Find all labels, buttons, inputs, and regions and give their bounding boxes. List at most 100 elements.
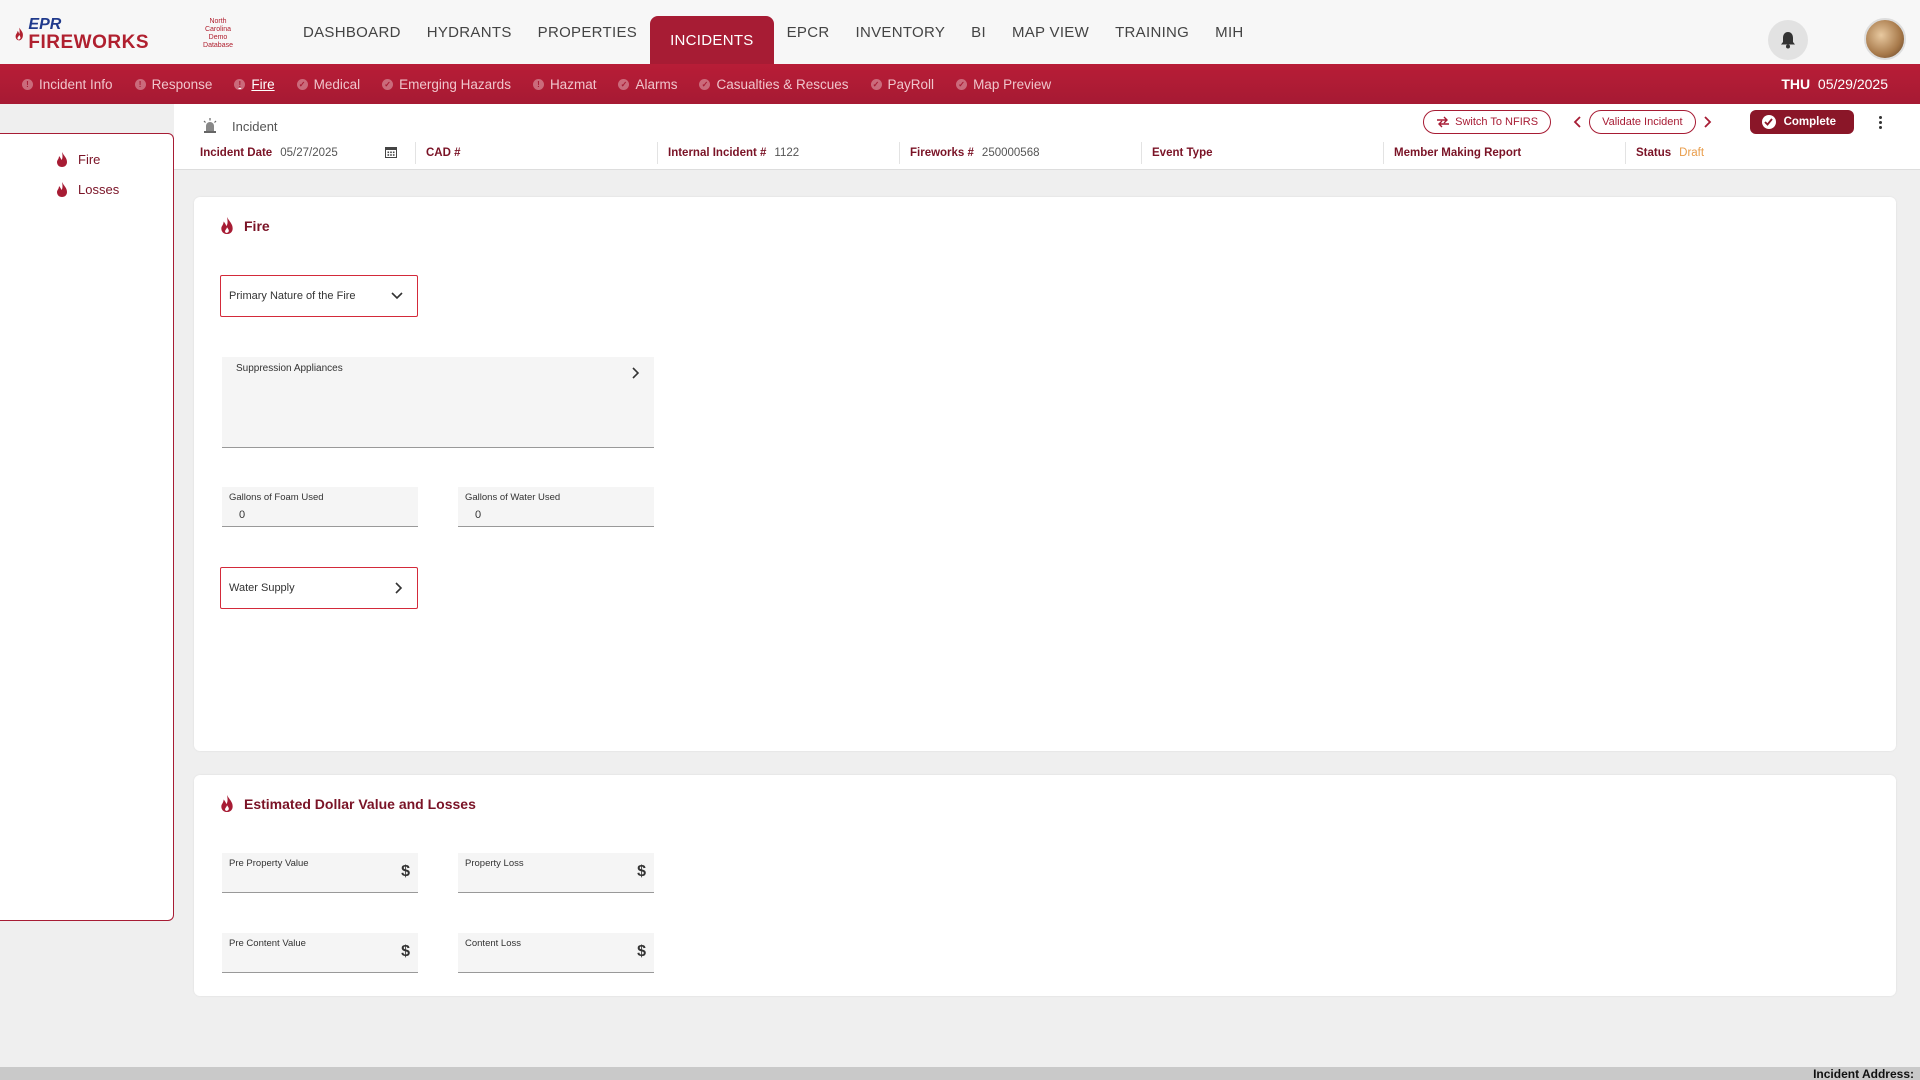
event-type-field[interactable]: Event Type [1142,142,1384,164]
cad-field[interactable]: CAD # [416,142,658,164]
primary-nature-dropdown[interactable]: Primary Nature of the Fire [220,275,418,317]
suppression-appliances-label: Suppression Appliances [236,363,343,374]
fire-card-title: Fire [220,217,270,234]
nav-properties[interactable]: PROPERTIES [525,0,650,64]
field-label: Status [1636,147,1672,159]
warning-icon: ! [134,78,146,90]
main-nav: DASHBOARD HYDRANTS PROPERTIES INCIDENTS … [290,0,1257,64]
check-icon: ✓ [618,78,630,90]
pre-content-value-input[interactable]: Pre Content Value $ [222,933,418,973]
nav-inventory[interactable]: INVENTORY [842,0,958,64]
previous-arrow-button[interactable] [1569,110,1585,134]
brand-logo[interactable]: EPR FIREWORKS [14,14,149,54]
subnav-fire[interactable]: ! Fire [234,77,275,92]
status-badge: Draft [1679,147,1705,159]
field-label: Fireworks # [910,147,974,159]
brand-line2: FIREWORKS [28,31,149,53]
water-supply-selector[interactable]: Water Supply [220,567,418,609]
nav-map-view[interactable]: MAP VIEW [999,0,1102,64]
switch-nfirs-label: Switch To NFIRS [1455,116,1539,128]
chevron-left-icon [1573,116,1581,128]
subnav-label: Incident Info [39,76,113,92]
nav-epcr[interactable]: EPCR [774,0,843,64]
nav-bi[interactable]: BI [958,0,999,64]
flame-icon [57,182,67,197]
gallons-water-input[interactable]: Gallons of Water Used 0 [458,487,654,527]
breadcrumb: Incident [202,118,278,134]
bell-icon [1781,32,1795,49]
left-nav-fire[interactable]: Fire [56,152,100,167]
losses-card: Estimated Dollar Value and Losses Pre Pr… [194,775,1896,996]
suppression-appliances-selector[interactable]: Suppression Appliances [222,357,654,448]
nav-incidents[interactable]: INCIDENTS [650,16,774,64]
switch-nfirs-button[interactable]: Switch To NFIRS [1423,110,1552,134]
header-date-value: 05/29/2025 [1817,76,1888,92]
pre-content-value-label: Pre Content Value [229,938,306,949]
field-label: Internal Incident # [668,147,767,159]
gallons-foam-label: Gallons of Foam Used [229,492,324,503]
calendar-icon[interactable] [385,146,397,158]
pre-property-value-input[interactable]: Pre Property Value $ [222,853,418,893]
dollar-icon: $ [401,863,410,880]
subnav-response[interactable]: ! Response [134,76,213,92]
subnav-emerging-hazards[interactable]: ✓ Emerging Hazards [382,77,511,92]
left-nav-label: Fire [78,152,101,167]
field-label: Event Type [1152,147,1213,159]
swap-icon [1437,116,1450,128]
incident-sub-nav: ! Incident Info ! Response ! Fire ✓ Medical … [0,64,1920,104]
complete-button[interactable]: Complete [1749,110,1854,134]
fire-card-heading: Fire [244,217,270,234]
subnav-map-preview[interactable]: ✓ Map Preview [956,77,1051,92]
nav-training[interactable]: TRAINING [1102,0,1202,64]
chevron-down-icon [391,292,403,300]
pre-property-value-label: Pre Property Value [229,858,309,869]
subnav-medical[interactable]: ✓ Medical [296,76,361,92]
check-icon: ✓ [699,78,711,90]
subnav-incident-info[interactable]: ! Incident Info [22,77,113,92]
notifications-button[interactable] [1768,20,1808,60]
incident-actions: Switch To NFIRS Validate Incident Comple… [1423,110,1886,134]
siren-icon [203,118,217,133]
field-value: 250000568 [981,147,1040,159]
department-line: Demo [208,34,228,41]
more-options-icon[interactable] [1874,115,1886,129]
flame-icon [221,795,233,812]
check-icon: ✓ [296,78,308,90]
content-loss-input[interactable]: Content Loss $ [458,933,654,973]
member-making-report-field[interactable]: Member Making Report [1384,142,1626,164]
fire-card: Fire Primary Nature of the Fire Suppress… [194,197,1896,751]
flame-icon [57,152,67,167]
fireworks-number-field[interactable]: Fireworks # 250000568 [900,142,1142,164]
subnav-label: Response [151,76,213,92]
gallons-foam-input[interactable]: Gallons of Foam Used 0 [222,487,418,527]
subnav-hazmat[interactable]: ! Hazmat [532,76,597,92]
internal-incident-field[interactable]: Internal Incident # 1122 [658,142,900,164]
nav-dashboard[interactable]: DASHBOARD [290,0,414,64]
chevron-right-icon [632,367,640,379]
subnav-payroll[interactable]: ✓ PayRoll [870,76,935,92]
losses-card-title: Estimated Dollar Value and Losses [220,795,476,812]
nav-mih[interactable]: MIH [1202,0,1256,64]
user-avatar[interactable] [1864,18,1906,60]
incident-summary-fields: Incident Date 05/27/2025 CAD # Internal … [174,142,1920,164]
subnav-label: PayRoll [887,76,935,92]
left-nav-losses[interactable]: Losses [56,182,119,197]
incident-address-bar: Incident Address: [0,1067,1920,1080]
next-arrow-button[interactable] [1700,110,1716,134]
subnav-alarms[interactable]: ✓ Alarms [618,77,677,92]
department-line: Database [203,42,233,49]
section-nav-panel: Fire Losses [0,133,174,921]
department-line: North [209,18,227,25]
dollar-icon: $ [401,943,410,960]
validate-incident-button[interactable]: Validate Incident [1589,110,1696,134]
incident-date-field[interactable]: Incident Date 05/27/2025 [174,142,416,164]
field-value: 05/27/2025 [280,147,338,159]
field-label: Member Making Report [1394,147,1522,159]
gallons-foam-value: 0 [239,509,246,521]
property-loss-input[interactable]: Property Loss $ [458,853,654,893]
subnav-casualties-rescues[interactable]: ✓ Casualties & Rescues [699,77,849,92]
subnav-label: Medical [313,76,361,92]
field-label: CAD # [426,147,461,159]
subnav-label: Hazmat [549,76,597,92]
nav-hydrants[interactable]: HYDRANTS [414,0,525,64]
